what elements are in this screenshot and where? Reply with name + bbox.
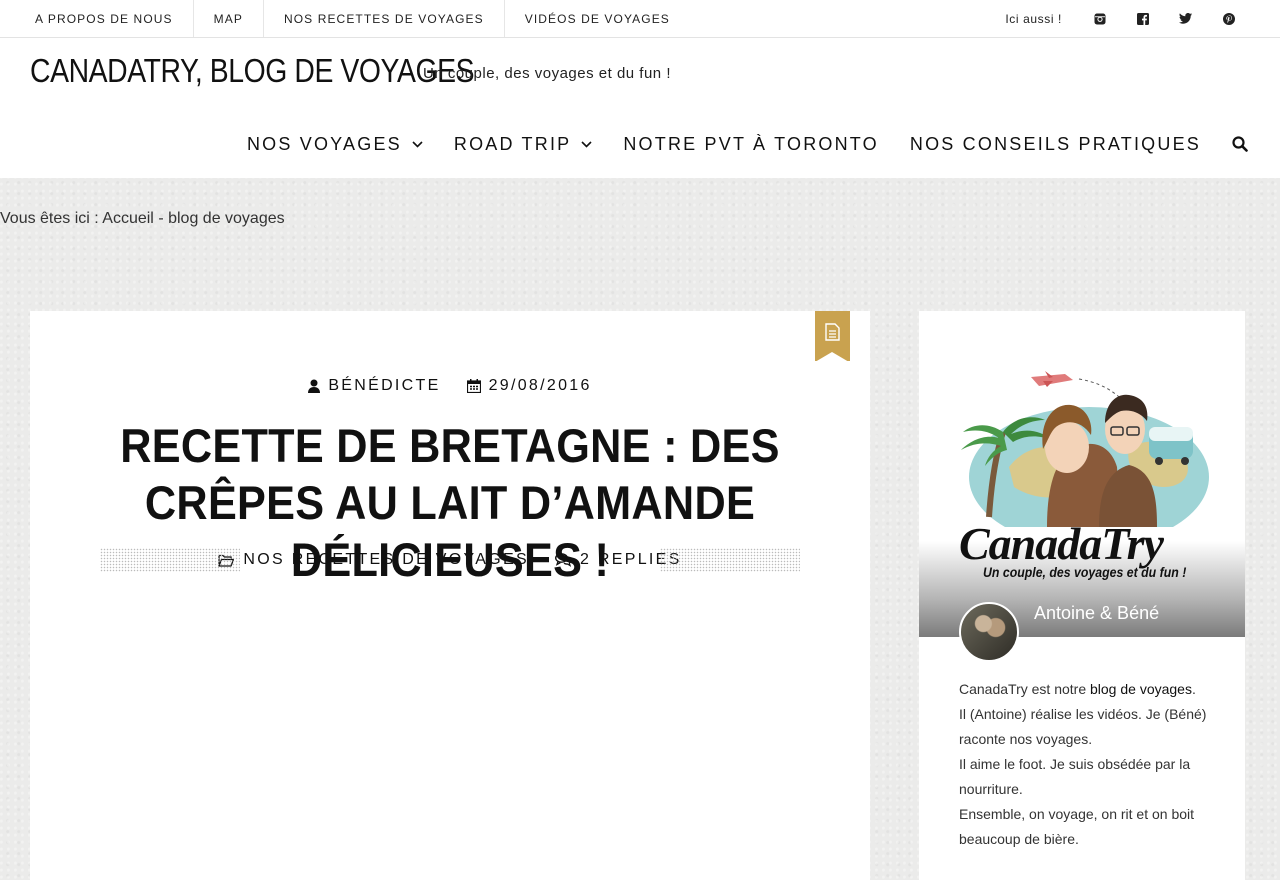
bio-line: Il (Antoine) réalise les vidéos. Je (Bén… <box>959 706 1207 747</box>
facebook-icon[interactable] <box>1121 0 1164 37</box>
user-icon <box>308 379 321 393</box>
avatar <box>959 602 1019 662</box>
breadcrumb-separator: - <box>158 210 164 227</box>
bio-intro: CanadaTry est notre <box>959 681 1087 697</box>
site-tagline: Un couple, des voyages et du fun ! <box>423 65 671 82</box>
calendar-icon <box>466 379 481 393</box>
post-author-name: Bénédicte <box>328 377 441 394</box>
brand-tagline: Un couple, des voyages et du fun ! <box>983 564 1187 580</box>
comments-icon <box>554 553 571 567</box>
canadatry-logo <box>961 371 1209 527</box>
nav-road-trip[interactable]: Road trip <box>454 134 592 155</box>
nav-label: Notre PVT à Toronto <box>623 133 879 154</box>
bio-link[interactable]: blog de voyages <box>1090 681 1192 697</box>
dotted-divider-right <box>660 548 800 572</box>
about-banner: CanadaTry Un couple, des voyages et du f… <box>919 311 1245 637</box>
nav-nos-voyages[interactable]: Nos voyages <box>247 134 423 155</box>
nav-pvt-toronto[interactable]: Notre PVT à Toronto <box>623 134 879 155</box>
post-date: 29/08/2016 <box>466 377 592 395</box>
site-header: CANADATRY, BLOG DE VOYAGES Un couple, de… <box>0 38 1280 178</box>
social-links: Ici aussi ! <box>1005 0 1250 37</box>
nav-label: Nos conseils pratiques <box>909 133 1201 154</box>
bio-period: . <box>1191 681 1196 697</box>
post-category[interactable]: Nos recettes de voyages <box>218 551 529 569</box>
instagram-icon[interactable] <box>1078 0 1121 37</box>
search-icon[interactable] <box>1232 136 1248 152</box>
badge-notch <box>815 352 849 362</box>
top-nav: A propos de nous MAP Nos recettes de voy… <box>15 0 690 37</box>
breadcrumb-current: blog de voyages <box>168 210 285 227</box>
bio-line: CanadaTry est notre blog de voyages. <box>959 677 1209 702</box>
chevron-down-icon <box>412 140 423 148</box>
nav-label: Nos voyages <box>246 133 402 154</box>
nav-label: Road trip <box>453 133 572 154</box>
top-bar: A propos de nous MAP Nos recettes de voy… <box>0 0 1280 38</box>
about-bio: CanadaTry est notre blog de voyages. Il … <box>959 677 1209 852</box>
brand-name: CanadaTry <box>959 518 1164 569</box>
top-nav-map[interactable]: MAP <box>194 0 264 37</box>
breadcrumb: Vous êtes ici : Accueil - blog de voyage… <box>0 210 285 228</box>
post-meta-top: Bénédicte 29/08/2016 <box>30 377 870 395</box>
top-nav-recipes[interactable]: Nos recettes de voyages <box>264 0 505 37</box>
post-format-badge <box>815 311 850 362</box>
bio-line: Il aime le foot. Je suis obsédée par la … <box>959 756 1191 797</box>
breadcrumb-prefix: Vous êtes ici : <box>0 210 99 227</box>
post-date-text: 29/08/2016 <box>488 377 592 394</box>
pinterest-icon[interactable] <box>1207 0 1250 37</box>
chevron-down-icon <box>581 140 592 148</box>
nav-conseils-pratiques[interactable]: Nos conseils pratiques <box>910 134 1201 155</box>
twitter-icon[interactable] <box>1164 0 1207 37</box>
site-title[interactable]: CANADATRY, BLOG DE VOYAGES <box>30 52 475 90</box>
sidebar-about-widget: CanadaTry Un couple, des voyages et du f… <box>919 311 1245 880</box>
author-names: Antoine & Béné <box>1034 603 1160 623</box>
article-card: Bénédicte 29/08/2016 Recette de Bretagne… <box>30 311 870 880</box>
post-author[interactable]: Bénédicte <box>308 377 440 395</box>
breadcrumb-home[interactable]: Accueil <box>102 210 154 227</box>
dotted-divider-left <box>100 548 240 572</box>
document-icon <box>825 323 840 341</box>
post-meta-bottom: Nos recettes de voyages 2 replies <box>100 547 800 573</box>
post-category-text: Nos recettes de voyages <box>243 551 529 568</box>
main-nav: Nos voyages Road trip Notre PVT à Toront… <box>247 126 1280 162</box>
top-nav-about[interactable]: A propos de nous <box>15 0 194 37</box>
also-here-label: Ici aussi ! <box>1005 11 1062 26</box>
top-nav-videos[interactable]: Vidéos de voyages <box>505 0 690 37</box>
bio-line: Ensemble, on voyage, on rit et on boit b… <box>959 806 1195 847</box>
